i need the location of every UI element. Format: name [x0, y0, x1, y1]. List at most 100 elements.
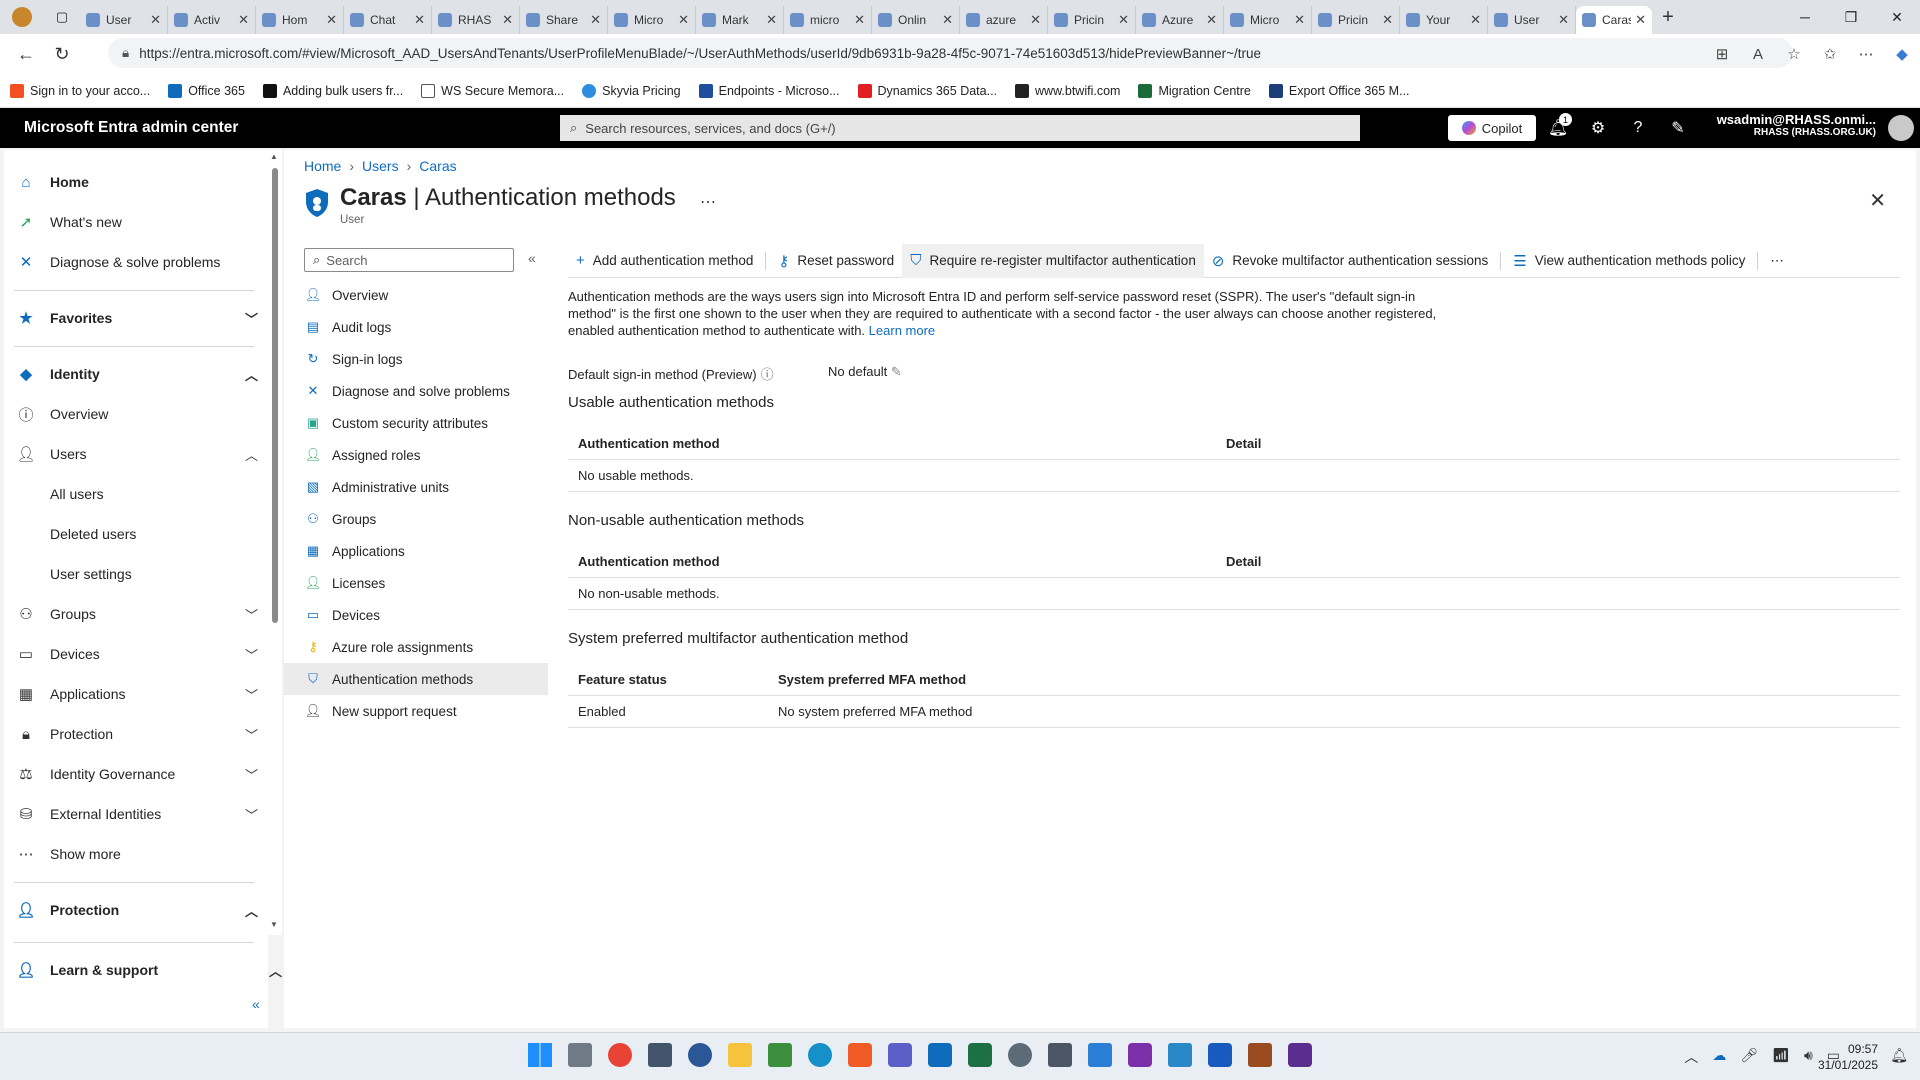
onenote-icon[interactable] — [1128, 1043, 1152, 1067]
breadcrumb-users[interactable]: Users — [362, 158, 399, 174]
browser-tab[interactable]: Onlin ✕ — [872, 6, 960, 34]
photos-icon[interactable] — [1088, 1043, 1112, 1067]
close-tab-icon[interactable]: ✕ — [1294, 12, 1305, 28]
taskview-icon[interactable] — [568, 1043, 592, 1067]
close-tab-icon[interactable]: ✕ — [326, 12, 337, 28]
nav-external-identities[interactable]: ⛁ External Identities ﹀ — [4, 796, 262, 832]
new-tab-button[interactable]: + — [1652, 0, 1684, 34]
learn-more-link[interactable]: Learn more — [869, 323, 935, 338]
read-aloud-icon[interactable]: A — [1740, 36, 1776, 72]
app-icon[interactable] — [1288, 1043, 1312, 1067]
nav-learn-support[interactable]: 👤︎ Learn & support ︿ — [4, 952, 282, 988]
volume-icon[interactable]: 🔊︎ — [1804, 1047, 1813, 1067]
close-tab-icon[interactable]: ✕ — [502, 12, 513, 28]
word-icon[interactable] — [1208, 1043, 1232, 1067]
menu-item-authentication-methods[interactable]: ⛉ Authentication methods — [284, 663, 548, 695]
nav-show-more[interactable]: ⋯ Show more — [4, 836, 262, 872]
revoke-mfa-sessions-button[interactable]: ⊘ Revoke multifactor authentication sessi… — [1204, 244, 1496, 278]
nav-whats-new[interactable]: ➚ What's new — [4, 204, 262, 240]
browser-tab[interactable]: RHAS ✕ — [432, 6, 520, 34]
onedrive-icon[interactable]: ☁ — [1712, 1047, 1726, 1067]
nav-identity[interactable]: ◆ Identity ︿ — [4, 356, 262, 392]
dns-icon[interactable] — [688, 1043, 712, 1067]
close-window-icon[interactable]: ✕ — [1874, 0, 1920, 34]
edit-pencil-icon[interactable]: ✎ — [891, 364, 902, 379]
calculator-icon[interactable] — [1048, 1043, 1072, 1067]
more-commands-icon[interactable]: ⋯ — [1762, 244, 1792, 278]
wifi-icon[interactable]: 📶︎ — [1772, 1047, 1790, 1067]
browser-tab[interactable]: Mark ✕ — [696, 6, 784, 34]
app-icon[interactable] — [1168, 1043, 1192, 1067]
avatar[interactable] — [1888, 115, 1914, 141]
app-icon[interactable] — [1248, 1043, 1272, 1067]
app-icon[interactable] — [648, 1043, 672, 1067]
resource-menu-search-input[interactable]: ⌕ Search — [304, 248, 514, 272]
favorite-star-icon[interactable]: ☆ — [1776, 36, 1812, 72]
menu-item-overview[interactable]: 👤︎ Overview — [284, 279, 548, 311]
browser-tab[interactable]: Azure ✕ — [1136, 6, 1224, 34]
close-tab-icon[interactable]: ✕ — [1558, 12, 1569, 28]
scroll-down-icon[interactable]: ▼ — [270, 920, 278, 929]
browser-tab[interactable]: Hom ✕ — [256, 6, 344, 34]
portal-title[interactable]: Microsoft Entra admin center — [0, 119, 560, 137]
chrome-icon[interactable] — [608, 1043, 632, 1067]
bookmark[interactable]: Sign in to your acco... — [10, 83, 150, 98]
bookmark[interactable]: Adding bulk users fr... — [262, 83, 403, 98]
edge-icon[interactable] — [808, 1043, 832, 1067]
nav-users[interactable]: 👤︎ Users ︿ — [4, 436, 262, 472]
brave-icon[interactable] — [848, 1043, 872, 1067]
close-tab-icon[interactable]: ✕ — [942, 12, 953, 28]
bookmark[interactable]: www.btwifi.com — [1015, 83, 1120, 98]
tab-actions-button[interactable]: ▢ — [44, 0, 80, 34]
nav-devices[interactable]: ▭ Devices ﹀ — [4, 636, 262, 672]
close-tab-icon[interactable]: ✕ — [590, 12, 601, 28]
close-icon[interactable]: ✕ — [1869, 188, 1886, 213]
settings-gear-icon[interactable] — [1008, 1043, 1032, 1067]
outlook-icon[interactable] — [928, 1043, 952, 1067]
collapse-menu-icon[interactable]: « — [528, 250, 536, 266]
browser-tab[interactable]: Pricin ✕ — [1048, 6, 1136, 34]
menu-item-groups[interactable]: ⚇ Groups — [284, 503, 548, 535]
breadcrumb-caras[interactable]: Caras — [419, 158, 456, 174]
bookmark[interactable]: WS Secure Memora... — [421, 83, 564, 98]
nav-identity-governance[interactable]: ⚖ Identity Governance ﹀ — [4, 756, 262, 792]
menu-item-new-support-request[interactable]: 👤︎ New support request — [284, 695, 548, 727]
browser-tab[interactable]: micro ✕ — [784, 6, 872, 34]
menu-item-licenses[interactable]: 👤︎ Licenses — [284, 567, 548, 599]
left-nav-scrollbar[interactable]: ▲ ▼ — [268, 150, 282, 935]
browser-tab[interactable]: User ✕ — [1488, 6, 1576, 34]
favorites-bar-icon[interactable]: ✩ — [1812, 36, 1848, 72]
menu-item-applications[interactable]: ▦ Applications — [284, 535, 548, 567]
notifications-icon[interactable]: 🔔︎ — [1890, 1047, 1908, 1064]
microphone-icon[interactable]: 🎤︎ — [1740, 1047, 1758, 1067]
close-tab-icon[interactable]: ✕ — [1382, 12, 1393, 28]
browser-tab[interactable]: azure ✕ — [960, 6, 1048, 34]
menu-item-devices[interactable]: ▭ Devices — [284, 599, 548, 631]
bookmark[interactable]: Migration Centre — [1138, 83, 1251, 98]
menu-item-administrative-units[interactable]: ▧ Administrative units — [284, 471, 548, 503]
require-reregister-mfa-button[interactable]: ⛉ Require re-register multifactor authent… — [902, 243, 1204, 278]
bookmark[interactable]: Dynamics 365 Data... — [857, 83, 997, 98]
nav-protection-section[interactable]: 👤︎ Protection ︿ — [4, 892, 262, 928]
browser-tab[interactable]: Chat ✕ — [344, 6, 432, 34]
file-explorer-icon[interactable] — [728, 1043, 752, 1067]
nav-protection[interactable]: 🔒︎ Protection ﹀ — [4, 716, 262, 752]
browser-tab-active[interactable]: Caras ✕ — [1576, 6, 1652, 34]
close-tab-icon[interactable]: ✕ — [1470, 12, 1481, 28]
bookmark[interactable]: Skyvia Pricing — [582, 83, 681, 98]
close-tab-icon[interactable]: ✕ — [1030, 12, 1041, 28]
title-more-icon[interactable]: ⋯ — [700, 192, 716, 212]
info-icon[interactable]: ⓘ — [761, 367, 774, 382]
menu-item-assigned-roles[interactable]: 👤︎ Assigned roles — [284, 439, 548, 471]
browser-tab[interactable]: Activ ✕ — [168, 6, 256, 34]
browser-tab[interactable]: User ✕ — [80, 6, 168, 34]
excel-icon[interactable] — [968, 1043, 992, 1067]
copilot-browser-icon[interactable]: ◆ — [1884, 36, 1920, 72]
refresh-icon[interactable]: ↻ — [44, 36, 80, 72]
settings-gear-icon[interactable]: ⚙ — [1578, 108, 1618, 148]
windows-start-icon[interactable] — [528, 1043, 552, 1067]
nav-home[interactable]: ⌂ Home — [4, 164, 262, 200]
breadcrumb-home[interactable]: Home — [304, 158, 341, 174]
close-tab-icon[interactable]: ✕ — [766, 12, 777, 28]
url-field[interactable]: 🔒︎ https://entra.microsoft.com/#view/Mic… — [108, 38, 1793, 68]
